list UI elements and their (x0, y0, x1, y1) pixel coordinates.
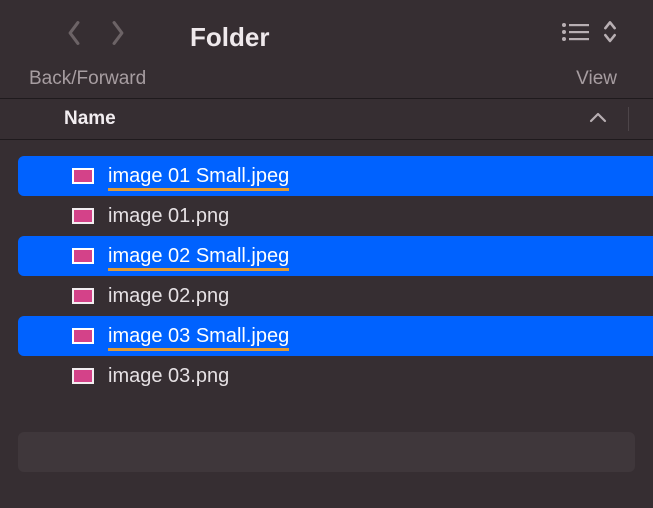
view-options-button[interactable] (603, 20, 617, 48)
chevron-up-icon (589, 112, 607, 124)
back-button[interactable] (66, 20, 82, 51)
chevron-right-icon (110, 20, 126, 46)
file-name: image 02.png (108, 285, 229, 308)
toolbar: Back/Forward Folder View (0, 0, 653, 99)
image-thumb-icon (72, 208, 94, 224)
image-thumb-icon (72, 168, 94, 184)
rename-underline (108, 348, 289, 351)
file-name: image 01.png (108, 205, 229, 228)
file-row[interactable]: image 01 Small.jpeg (18, 156, 653, 196)
rename-underline (108, 188, 289, 191)
list-icon (561, 22, 589, 42)
file-row[interactable]: image 01.png (18, 196, 653, 236)
file-name: image 02 Small.jpeg (108, 245, 289, 268)
up-down-icon (603, 20, 617, 43)
view-label: View (576, 68, 617, 90)
sort-indicator[interactable] (589, 111, 607, 129)
status-bar (18, 432, 635, 472)
view-list-button[interactable] (561, 22, 589, 47)
file-name: image 03 Small.jpeg (108, 325, 289, 348)
file-row[interactable]: image 03 Small.jpeg (18, 316, 653, 356)
rename-underline (108, 268, 289, 271)
column-divider (628, 107, 629, 131)
file-name: image 03.png (108, 365, 229, 388)
forward-button[interactable] (110, 20, 126, 51)
column-header-name[interactable]: Name (64, 108, 116, 130)
file-list: image 01 Small.jpeg image 01.png image 02 … (0, 140, 653, 396)
image-thumb-icon (72, 248, 94, 264)
file-row[interactable]: image 03.png (18, 356, 653, 396)
nav-buttons (66, 20, 126, 51)
file-name: image 01 Small.jpeg (108, 165, 289, 188)
image-thumb-icon (72, 368, 94, 384)
nav-label: Back/Forward (29, 68, 146, 90)
file-row[interactable]: image 02.png (18, 276, 653, 316)
column-header-row: Name (0, 99, 653, 140)
view-controls (561, 20, 617, 48)
window-title: Folder (190, 22, 269, 53)
file-row[interactable]: image 02 Small.jpeg (18, 236, 653, 276)
image-thumb-icon (72, 288, 94, 304)
chevron-left-icon (66, 20, 82, 46)
image-thumb-icon (72, 328, 94, 344)
